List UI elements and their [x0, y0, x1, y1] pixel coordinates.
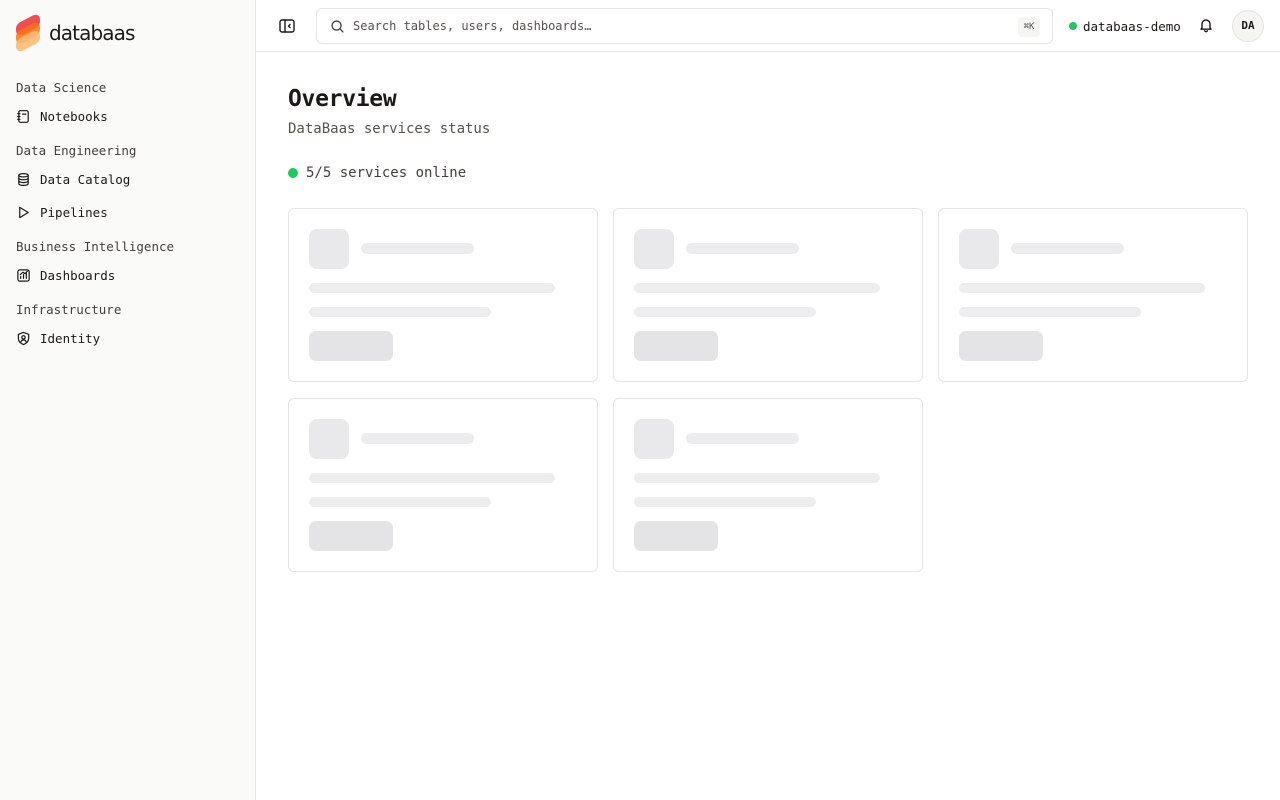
- global-search[interactable]: ⌘K: [316, 8, 1053, 44]
- skeleton-line: [959, 283, 1205, 293]
- sidebar: databaas Data Science Notebooks Data Eng…: [0, 0, 256, 800]
- chart-icon: [17, 269, 30, 282]
- skeleton-line: [634, 497, 816, 507]
- environment-status-dot: [1069, 22, 1077, 30]
- skeleton-button: [309, 521, 393, 551]
- service-card-skeleton: [288, 398, 598, 572]
- environment-name: databaas-demo: [1083, 18, 1181, 34]
- skeleton-icon: [309, 229, 349, 269]
- services-status: 5/5 services online: [288, 165, 466, 181]
- sidebar-item-data-catalog[interactable]: Data Catalog: [0, 163, 256, 196]
- database-icon: [18, 172, 29, 187]
- skeleton-line: [634, 283, 880, 293]
- skeleton-icon: [959, 229, 999, 269]
- nav-section-business-intelligence: Business Intelligence: [16, 239, 175, 254]
- skeleton-title: [686, 243, 799, 254]
- skeleton-line: [634, 473, 880, 483]
- skeleton-line: [309, 283, 555, 293]
- sidebar-item-label: Data Catalog: [40, 172, 131, 187]
- skeleton-line: [959, 307, 1141, 317]
- skeleton-line: [309, 497, 491, 507]
- status-text: 5/5 services online: [306, 165, 467, 181]
- skeleton-title: [361, 243, 474, 254]
- sidebar-item-notebooks[interactable]: Notebooks: [0, 100, 256, 133]
- skeleton-icon: [309, 419, 349, 459]
- status-dot: [288, 168, 298, 178]
- skeleton-button: [634, 521, 718, 551]
- service-card-skeleton: [613, 208, 923, 382]
- sidebar-item-identity[interactable]: Identity: [0, 322, 256, 355]
- search-icon: [331, 19, 344, 33]
- avatar[interactable]: DA: [1232, 10, 1264, 42]
- skeleton-line: [309, 473, 555, 483]
- service-card-skeleton: [613, 398, 923, 572]
- skeleton-icon: [634, 229, 674, 269]
- nav-section-data-science: Data Science: [16, 80, 107, 95]
- brand-logo[interactable]: databaas: [16, 11, 135, 55]
- logo-mark-icon: [16, 11, 42, 55]
- skeleton-button: [634, 331, 718, 361]
- skeleton-line: [634, 307, 816, 317]
- environment-selector[interactable]: databaas-demo: [1069, 17, 1181, 35]
- service-card-skeleton: [288, 208, 598, 382]
- sidebar-item-label: Identity: [40, 331, 101, 346]
- notebook-icon: [17, 110, 29, 123]
- shield-user-icon: [17, 331, 30, 346]
- sidebar-item-dashboards[interactable]: Dashboards: [0, 259, 256, 292]
- top-bar: ⌘K databaas-demo DA: [256, 0, 1280, 52]
- skeleton-title: [686, 433, 799, 444]
- play-icon: [19, 206, 29, 219]
- search-input[interactable]: [353, 19, 993, 33]
- skeleton-icon: [634, 419, 674, 459]
- bell-icon[interactable]: [1198, 17, 1214, 33]
- service-card-skeleton: [938, 208, 1248, 382]
- search-shortcut-badge: ⌘K: [1018, 17, 1040, 37]
- page-subtitle: DataBaas services status: [288, 121, 491, 137]
- skeleton-title: [361, 433, 474, 444]
- skeleton-button: [959, 331, 1043, 361]
- sidebar-item-label: Dashboards: [40, 268, 116, 283]
- sidebar-toggle-icon[interactable]: [278, 17, 296, 35]
- page-title: Overview: [288, 86, 397, 112]
- nav-section-infrastructure: Infrastructure: [16, 302, 122, 317]
- skeleton-button: [309, 331, 393, 361]
- sidebar-item-label: Pipelines: [40, 205, 108, 220]
- nav-section-data-engineering: Data Engineering: [16, 143, 137, 158]
- sidebar-item-pipelines[interactable]: Pipelines: [0, 196, 256, 229]
- skeleton-title: [1011, 243, 1124, 254]
- skeleton-line: [309, 307, 491, 317]
- sidebar-nav: Data Science Notebooks Data Engineering …: [0, 76, 256, 355]
- sidebar-item-label: Notebooks: [40, 109, 108, 124]
- brand-name: databaas: [49, 21, 135, 45]
